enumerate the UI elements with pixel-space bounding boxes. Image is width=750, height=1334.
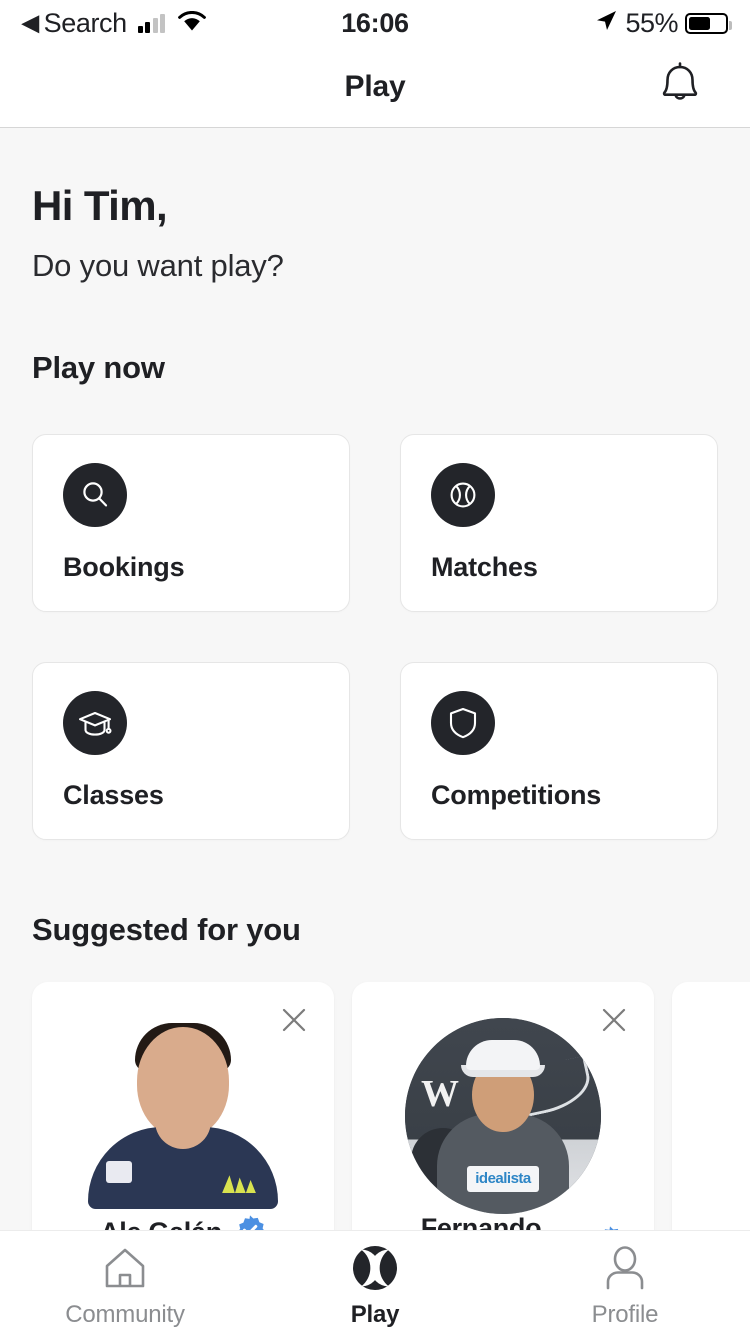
tab-play[interactable]: Play [250, 1237, 500, 1329]
page-title: Play [345, 70, 406, 104]
app-screen: ◀ Search 16:06 55% Play [0, 0, 750, 1334]
battery-icon [685, 13, 728, 34]
play-now-grid: Bookings Matches [32, 434, 718, 840]
cellular-signal-icon [138, 13, 166, 33]
wifi-icon [178, 8, 206, 39]
avatar: W idealista [374, 1018, 632, 1214]
tile-bookings[interactable]: Bookings [32, 434, 350, 612]
tab-label: Profile [592, 1301, 659, 1329]
tile-matches[interactable]: Matches [400, 434, 718, 612]
section-title-play-now: Play now [32, 350, 718, 386]
ball-icon [350, 1243, 400, 1293]
graduation-cap-icon [63, 691, 127, 755]
app-header: Play [0, 46, 750, 128]
status-bar-left: ◀ Search [22, 8, 206, 39]
bell-icon [658, 62, 702, 111]
tile-classes[interactable]: Classes [32, 662, 350, 840]
section-title-suggested: Suggested for you [32, 912, 718, 948]
person-icon [600, 1243, 650, 1293]
tile-label: Matches [431, 552, 687, 583]
status-back-label[interactable]: Search [44, 8, 127, 39]
greeting-block: Hi Tim, Do you want play? [32, 128, 718, 284]
notifications-button[interactable] [654, 61, 706, 113]
search-icon [63, 463, 127, 527]
status-bar-right: 55% [594, 8, 728, 39]
location-arrow-icon [594, 9, 618, 38]
back-triangle-icon[interactable]: ◀ [22, 12, 39, 34]
tab-community[interactable]: Community [0, 1237, 250, 1329]
tile-label: Classes [63, 780, 319, 811]
close-icon[interactable] [272, 998, 316, 1042]
ball-icon [431, 463, 495, 527]
avatar [54, 1018, 312, 1214]
tile-competitions[interactable]: Competitions [400, 662, 718, 840]
main-content: Hi Tim, Do you want play? Play now Booki… [0, 128, 750, 1334]
battery-percent-label: 55% [625, 8, 678, 39]
tab-label: Play [351, 1301, 400, 1329]
tile-label: Bookings [63, 552, 319, 583]
status-bar: ◀ Search 16:06 55% [0, 0, 750, 46]
greeting-title: Hi Tim, [32, 182, 718, 230]
shield-icon [431, 691, 495, 755]
tab-label: Community [65, 1301, 185, 1329]
bottom-tab-bar: Community Play Profile [0, 1230, 750, 1334]
greeting-subtitle: Do you want play? [32, 248, 718, 284]
tab-profile[interactable]: Profile [500, 1237, 750, 1329]
tile-label: Competitions [431, 780, 687, 811]
home-icon [99, 1243, 151, 1293]
